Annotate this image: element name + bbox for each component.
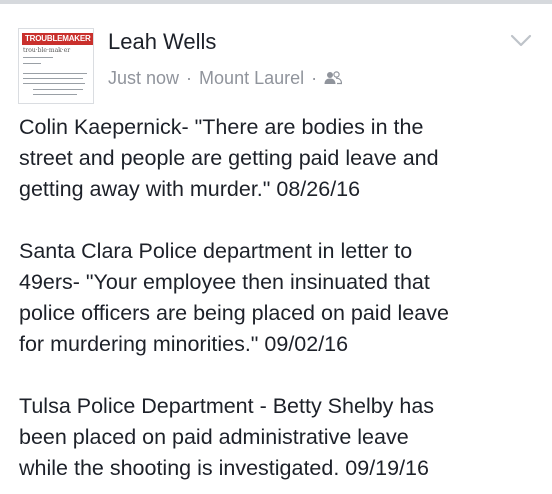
avatar-text-line	[23, 73, 87, 74]
text-line: Colin Kaepernick- "There are bodies in t…	[19, 115, 424, 139]
post-body: Colin Kaepernick- "There are bodies in t…	[19, 112, 539, 484]
avatar-pronunciation: trou·ble·mak·er	[23, 47, 71, 54]
friends-icon[interactable]	[324, 71, 343, 85]
text-line: getting away with murder." 08/26/16	[19, 177, 361, 201]
post-paragraph: Tulsa Police Department - Betty Shelby h…	[19, 391, 539, 484]
text-line: for murdering minorities." 09/02/16	[19, 332, 349, 356]
author-name[interactable]: Leah Wells	[108, 28, 216, 56]
avatar-text-line	[23, 78, 83, 79]
text-line: street and people are getting paid leave…	[19, 146, 439, 170]
avatar-text-line	[33, 94, 77, 95]
facebook-post: TROUBLEMAKER trou·ble·mak·er Leah Wells …	[0, 4, 552, 494]
text-line: been placed on paid administrative leave	[19, 425, 409, 449]
meta-separator: ·	[186, 68, 193, 88]
avatar-text-line	[33, 89, 83, 90]
text-line: Tulsa Police Department - Betty Shelby h…	[19, 394, 435, 418]
text-line: while the shooting is investigated. 09/1…	[19, 456, 429, 480]
avatar-text-line	[23, 57, 53, 58]
post-paragraph: Colin Kaepernick- "There are bodies in t…	[19, 112, 539, 205]
avatar[interactable]: TROUBLEMAKER trou·ble·mak·er	[18, 28, 94, 104]
text-line: 49ers- "Your employee then insinuated th…	[19, 270, 430, 294]
meta-separator: ·	[311, 68, 318, 88]
text-line: police officers are being placed on paid…	[19, 301, 449, 325]
post-paragraph: Santa Clara Police department in letter …	[19, 236, 539, 360]
post-timestamp[interactable]: Just now	[108, 66, 179, 90]
avatar-brand-label: TROUBLEMAKER	[22, 33, 93, 45]
post-location[interactable]: Mount Laurel	[199, 66, 304, 90]
avatar-text-line	[23, 63, 41, 64]
post-meta: Just now · Mount Laurel ·	[108, 66, 343, 90]
text-line: Santa Clara Police department in letter …	[19, 239, 413, 263]
chevron-down-icon[interactable]	[510, 34, 532, 48]
avatar-text-line	[23, 83, 85, 84]
